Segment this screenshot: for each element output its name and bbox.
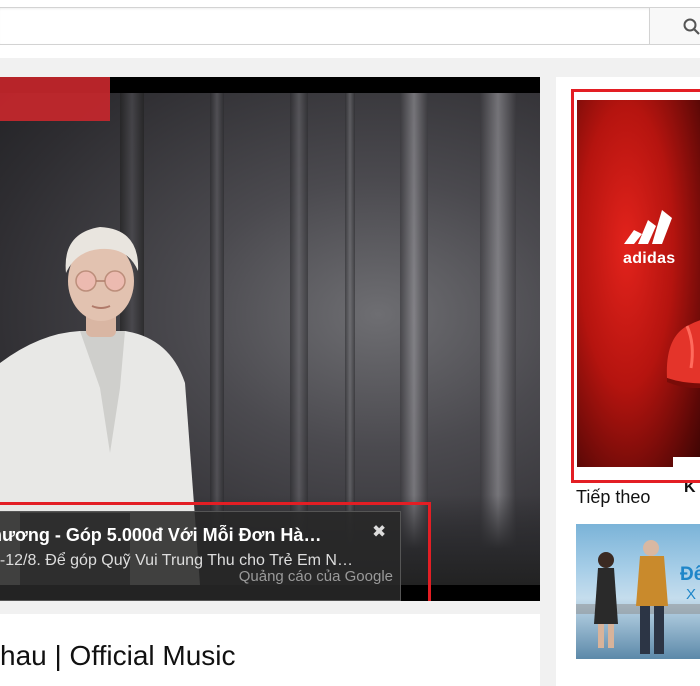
search-input[interactable] [0,7,650,45]
overlay-ad-highlight [0,502,431,601]
up-next-thumbnail[interactable]: Đê X [576,524,700,659]
thumbnail-subtext: X [686,586,697,603]
video-player[interactable]: hương - Góp 5.000đ Với Mỗi Đơn Hà… 0-12/… [0,77,540,601]
sidebar-ad-highlight [571,89,700,483]
thumbnail-figures [576,540,700,654]
thumbnail-text: Đê [680,564,700,585]
video-info: hau | Official Music [0,614,540,686]
masthead [0,0,700,58]
video-title: hau | Official Music [0,640,236,671]
channel-banner [0,77,110,121]
search-icon [683,18,700,35]
search-button[interactable] [649,7,700,45]
up-next-label: Tiếp theo [576,487,651,507]
